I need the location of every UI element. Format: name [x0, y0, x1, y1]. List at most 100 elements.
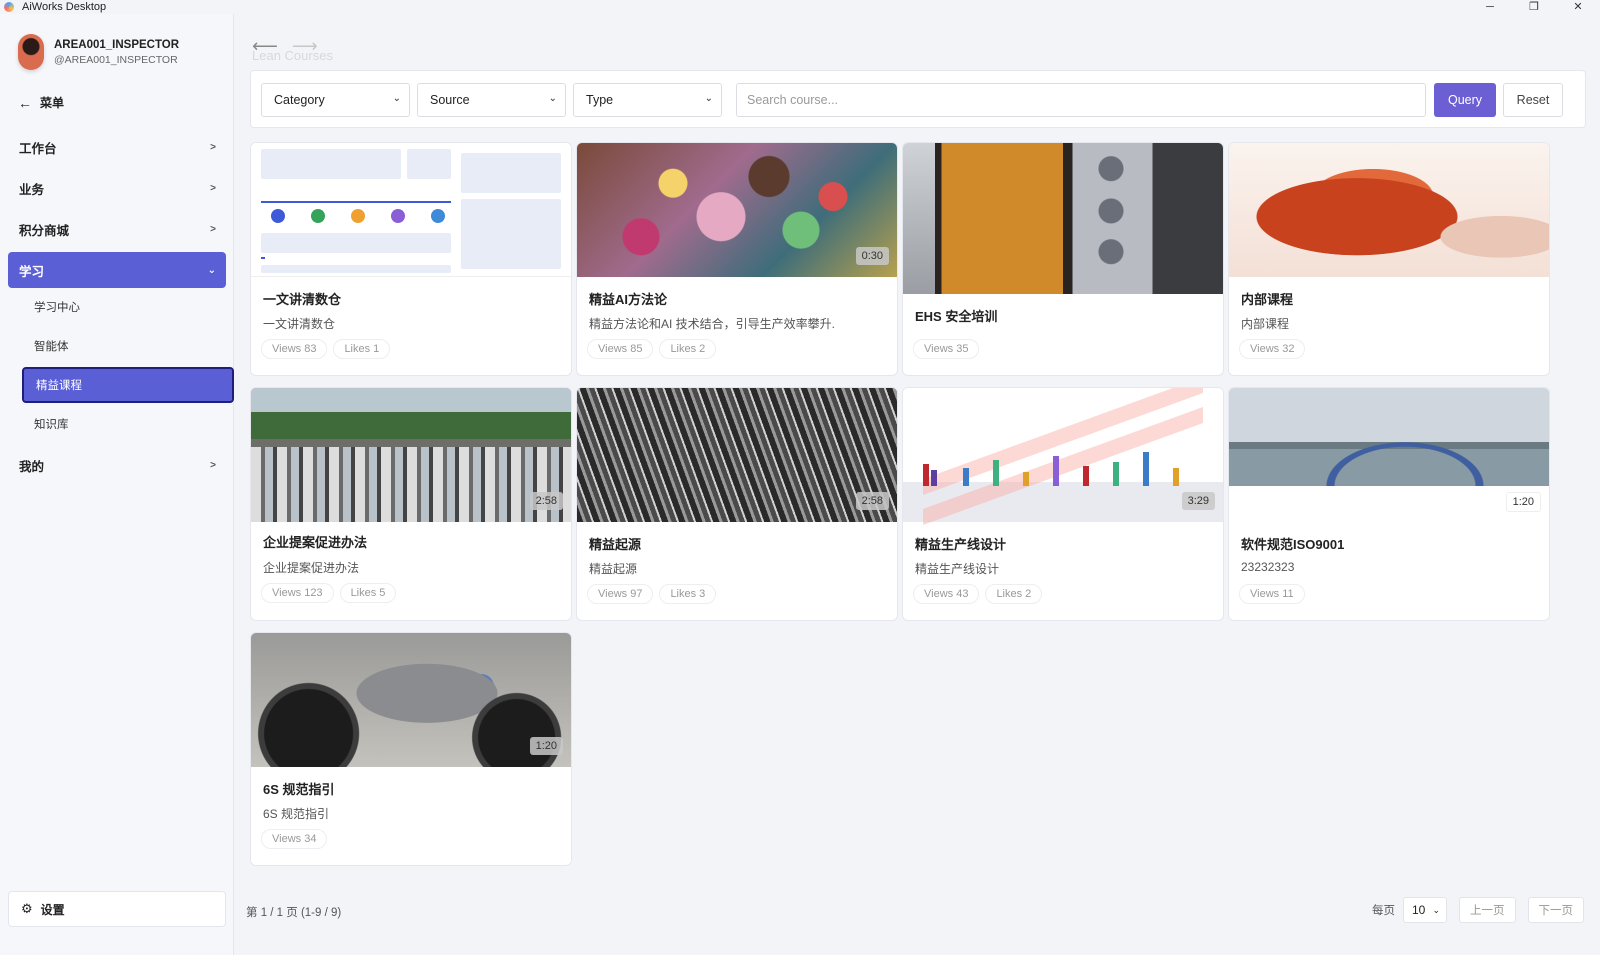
sidebar-item-label: 学习: [19, 264, 45, 279]
sidebar-item-label: 积分商城: [19, 223, 70, 238]
course-thumbnail: [1229, 388, 1549, 486]
chevron-down-icon: ⌄: [1432, 904, 1440, 915]
close-icon[interactable]: ✕: [1556, 0, 1600, 14]
course-thumbnail: [251, 143, 571, 277]
course-thumbnail: [903, 388, 1223, 525]
reset-button[interactable]: Reset: [1503, 83, 1563, 117]
sidebar-subitem-knowledge-base[interactable]: 知识库: [22, 406, 234, 442]
likes-badge: Likes 2: [985, 584, 1043, 604]
course-title: 软件规范ISO9001: [1241, 537, 1345, 552]
type-select[interactable]: Type ⌄: [573, 83, 722, 117]
per-page-select[interactable]: 10 ⌄: [1403, 897, 1447, 923]
course-card[interactable]: 0:30 精益AI方法论 精益方法论和AI 技术结合，引导生产效率攀升. Vie…: [576, 142, 898, 376]
likes-badge: Likes 2: [659, 339, 717, 359]
duration-badge: 1:20: [529, 737, 563, 755]
course-description: 精益方法论和AI 技术结合，引导生产效率攀升.: [589, 317, 836, 331]
course-description: 企业提案促进办法: [263, 561, 360, 575]
course-title: 一文讲清数仓: [263, 292, 342, 307]
views-badge: Views 43: [913, 584, 980, 604]
sidebar-subitem-label: 知识库: [34, 419, 69, 431]
restore-icon[interactable]: ❐: [1512, 0, 1556, 14]
likes-badge: Likes 5: [339, 583, 397, 603]
filter-bar: Category ⌄ Source ⌄ Type ⌄ Query Reset: [250, 70, 1586, 128]
category-select-value: Category: [274, 93, 325, 107]
course-card[interactable]: 3:29 精益生产线设计 精益生产线设计 Views 43 Likes 2: [902, 387, 1224, 621]
minimize-icon[interactable]: ─: [1468, 0, 1512, 14]
course-title: 精益起源: [589, 537, 642, 552]
views-badge: Views 11: [1239, 584, 1305, 604]
course-title: 精益AI方法论: [589, 292, 668, 307]
menu-back-label: 菜单: [40, 96, 65, 110]
sidebar: AREA001_INSPECTOR @AREA001_INSPECTOR ← 菜…: [0, 14, 234, 955]
sidebar-subitem-label: 学习中心: [34, 302, 80, 314]
gear-icon: ⚙: [21, 901, 33, 916]
course-title: EHS 安全培训: [915, 309, 998, 324]
search-input[interactable]: [736, 83, 1426, 117]
next-page-button[interactable]: 下一页: [1527, 897, 1584, 923]
course-description: 6S 规范指引: [263, 807, 330, 821]
avatar: [18, 34, 44, 70]
sidebar-item-business[interactable]: 业务 >: [8, 170, 226, 206]
sidebar-item-mine[interactable]: 我的 >: [8, 447, 226, 483]
sidebar-item-workbench[interactable]: 工作台 >: [8, 129, 226, 165]
course-title: 6S 规范指引: [263, 782, 335, 797]
course-description: 23232323: [1241, 560, 1295, 574]
course-card[interactable]: 1:20 软件规范ISO9001 23232323 Views 11: [1228, 387, 1550, 621]
sidebar-subitem-learning-center[interactable]: 学习中心: [22, 289, 234, 325]
sidebar-item-learning[interactable]: 学习 ⌄: [8, 252, 226, 288]
settings-label: 设置: [40, 902, 65, 917]
source-select[interactable]: Source ⌄: [417, 83, 566, 117]
views-badge: Views 83: [261, 339, 328, 359]
window-controls: ─ ❐ ✕: [1468, 0, 1600, 14]
chevron-right-icon: >: [210, 459, 216, 471]
course-card[interactable]: EHS 安全培训 Views 35: [902, 142, 1224, 376]
course-card[interactable]: 1:20 6S 规范指引 6S 规范指引 Views 34: [250, 632, 572, 866]
chevron-right-icon: >: [210, 182, 216, 194]
query-button[interactable]: Query: [1434, 83, 1496, 117]
duration-badge: 0:30: [855, 247, 889, 265]
sidebar-subitem-label: 精益课程: [36, 380, 82, 392]
user-name: AREA001_INSPECTOR: [54, 38, 180, 51]
category-select[interactable]: Category ⌄: [261, 83, 410, 117]
course-thumbnail: [903, 143, 1223, 294]
user-profile[interactable]: AREA001_INSPECTOR @AREA001_INSPECTOR: [18, 34, 179, 70]
course-thumbnail: [251, 388, 571, 522]
course-title: 企业提案促进办法: [263, 535, 368, 550]
chevron-down-icon: ⌄: [704, 93, 713, 104]
duration-badge: 2:58: [529, 492, 563, 510]
user-handle: @AREA001_INSPECTOR: [54, 53, 178, 66]
course-description: 内部课程: [1241, 317, 1290, 331]
chevron-right-icon: >: [210, 141, 216, 153]
chevron-right-icon: >: [210, 223, 216, 235]
type-select-value: Type: [586, 93, 614, 107]
chevron-down-icon: ⌄: [207, 264, 216, 276]
course-card[interactable]: 2:58 企业提案促进办法 企业提案促进办法 Views 123 Likes 5: [250, 387, 572, 621]
page-title: Lean Courses: [252, 48, 333, 63]
duration-badge: 3:29: [1181, 492, 1215, 510]
duration-badge: 1:20: [1505, 492, 1541, 512]
pagination-info: 第 1 / 1 页 (1-9 / 9): [246, 907, 342, 919]
course-thumbnail: [1229, 143, 1549, 277]
likes-badge: Likes 1: [333, 339, 391, 359]
course-thumbnail: [577, 143, 897, 277]
sidebar-subitem-label: 智能体: [34, 341, 69, 353]
sidebar-item-points-mall[interactable]: 积分商城 >: [8, 211, 226, 247]
menu-back-button[interactable]: ← 菜单: [18, 94, 64, 111]
sidebar-subitem-lean-courses[interactable]: 精益课程: [22, 367, 234, 403]
chevron-down-icon: ⌄: [548, 93, 557, 104]
pagination-controls: 每页 10 ⌄ 上一页 下一页: [1372, 897, 1584, 923]
settings-button[interactable]: ⚙ 设置: [8, 891, 226, 927]
duration-badge: 2:58: [855, 492, 889, 510]
sidebar-subitem-agents[interactable]: 智能体: [22, 328, 234, 364]
main-content: ⟵ ⟶ Lean Courses Category ⌄ Source ⌄ Typ…: [234, 14, 1600, 955]
likes-badge: Likes 3: [659, 584, 717, 604]
sidebar-item-label: 工作台: [19, 141, 57, 156]
course-card[interactable]: 一文讲清数仓 一文讲清数仓 Views 83 Likes 1: [250, 142, 572, 376]
course-card[interactable]: 内部课程 内部课程 Views 32: [1228, 142, 1550, 376]
per-page-value: 10: [1412, 903, 1426, 917]
course-card[interactable]: 2:58 精益起源 精益起源 Views 97 Likes 3: [576, 387, 898, 621]
course-title: 内部课程: [1241, 292, 1294, 307]
app-title: AiWorks Desktop: [22, 1, 107, 13]
course-description: 精益生产线设计: [915, 562, 1000, 576]
prev-page-button[interactable]: 上一页: [1459, 897, 1516, 923]
